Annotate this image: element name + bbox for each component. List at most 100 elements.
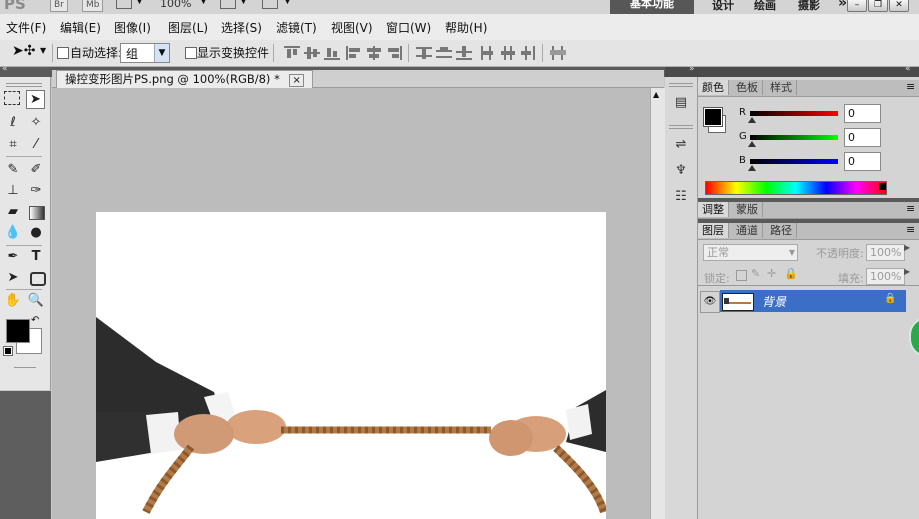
menu-window[interactable]: 窗口(W) [386,19,431,36]
minimize-icon[interactable]: – [847,0,867,12]
toolbox-grip[interactable] [6,83,42,87]
brush-presets-icon[interactable]: ⇌ [672,137,690,153]
panel-menu-icon[interactable]: ≡ [906,80,915,93]
more-workspaces-icon[interactable]: » [838,0,847,11]
workspace-essentials[interactable]: 基本功能 [610,0,694,14]
tab-styles[interactable]: 样式 [766,80,797,95]
spectrum-black-swatch[interactable] [879,183,886,190]
distribute-left-icon[interactable] [480,46,496,60]
menu-view[interactable]: 视图(V) [331,19,373,36]
restore-icon[interactable]: ❐ [868,0,888,12]
tab-masks[interactable]: 蒙版 [732,202,763,217]
red-slider-handle[interactable] [748,117,756,123]
marquee-tool-icon[interactable] [4,91,20,105]
dock-grip[interactable] [669,125,693,129]
tab-color[interactable]: 颜色 [698,80,729,95]
blue-slider-track[interactable] [750,159,838,164]
eyedropper-tool-icon[interactable]: ⁄ [27,136,45,154]
show-transform-checkbox[interactable] [185,47,197,59]
tab-adjustments[interactable]: 调整 [698,202,729,217]
lock-transparent-icon[interactable] [736,270,747,281]
hand-tool-icon[interactable]: ✋ [4,292,22,310]
tool-presets-icon[interactable]: ☷ [672,189,690,205]
opacity-slider-icon[interactable]: ▶ [904,243,910,252]
zoom-level[interactable]: 100% [160,0,191,10]
layer-row-background[interactable]: 背景 🔒 [720,290,906,312]
dodge-tool-icon[interactable]: ● [27,224,45,242]
arrange-documents-icon[interactable] [220,0,236,9]
move-tool-preset-icon[interactable]: ➤✣ [12,43,35,59]
menu-edit[interactable]: 编辑(E) [60,19,101,36]
default-colors-icon[interactable] [3,346,13,356]
auto-select-checkbox[interactable] [57,47,69,59]
dropdown-arrow-icon[interactable]: ▼ [136,0,143,6]
menu-image[interactable]: 图像(I) [114,19,151,36]
blue-slider-handle[interactable] [748,165,756,171]
expand-arrows-icon[interactable]: » [689,64,695,74]
fill-input[interactable]: 100% [866,268,905,285]
distribute-vertical-centers-icon[interactable] [436,46,452,60]
workspace-painting[interactable]: 绘画 [754,0,776,13]
dock-grip[interactable] [669,83,693,87]
align-horizontal-centers-icon[interactable] [366,46,382,60]
history-panel-icon[interactable]: ▤ [672,95,690,111]
panel-menu-icon[interactable]: ≡ [906,223,915,236]
close-window-icon[interactable]: ✕ [889,0,909,12]
tab-channels[interactable]: 通道 [732,223,763,238]
auto-align-layers-icon[interactable] [550,46,566,60]
vertical-scrollbar[interactable]: ▲ [650,88,665,519]
canvas-area[interactable] [52,88,650,519]
screen-mode-icon[interactable] [262,0,278,9]
path-selection-tool-icon[interactable]: ➤ [4,269,22,287]
quick-mask-icon[interactable] [14,367,36,368]
align-top-edges-icon[interactable] [284,46,300,60]
move-tool-icon[interactable]: ➤ [26,90,45,109]
menu-file[interactable]: 文件(F) [6,19,46,36]
lasso-tool-icon[interactable]: ℓ [4,114,22,132]
zoom-dropdown-icon[interactable]: ▼ [200,0,207,6]
align-vertical-centers-icon[interactable] [304,46,320,60]
lock-position-icon[interactable]: ✛ [767,267,776,280]
workspace-photography[interactable]: 摄影 [798,0,820,13]
distribute-top-icon[interactable] [416,46,432,60]
tool-preset-dropdown-icon[interactable]: ▼ [40,46,46,55]
brush-tool-icon[interactable]: ✐ [27,161,45,179]
workspace-design[interactable]: 设计 [712,0,734,13]
healing-brush-tool-icon[interactable]: ✎ [4,161,22,179]
mini-bridge-button[interactable]: Mb [82,0,104,12]
screen-mode-dropdown-icon[interactable]: ▼ [284,0,291,6]
align-left-edges-icon[interactable] [346,46,362,60]
distribute-right-icon[interactable] [520,46,536,60]
opacity-input[interactable]: 100% [866,244,905,261]
auto-select-dropdown[interactable]: 组 ▼ [120,43,170,63]
document-canvas[interactable] [96,212,606,519]
red-slider-track[interactable] [750,111,838,116]
align-bottom-edges-icon[interactable] [324,46,340,60]
layer-visibility-eye-icon[interactable]: 👁 [700,291,720,313]
collapse-panels-icon[interactable]: « [905,64,911,74]
type-tool-icon[interactable]: T [27,248,45,266]
color-spectrum-bar[interactable] [705,181,887,195]
arrange-dropdown-icon[interactable]: ▼ [240,0,247,6]
collapse-arrows-icon[interactable]: « [2,64,8,74]
foreground-color-swatch[interactable] [6,319,30,343]
scroll-up-icon[interactable]: ▲ [653,90,659,99]
view-extras-icon[interactable] [116,0,132,9]
tab-paths[interactable]: 路径 [766,223,797,238]
document-tab[interactable]: 操控变形图片PS.png @ 100%(RGB/8) * × [56,70,313,88]
lock-image-icon[interactable]: ✎ [751,267,760,280]
green-slider-handle[interactable] [748,141,756,147]
lock-all-icon[interactable]: 🔒 [784,267,798,280]
distribute-bottom-icon[interactable] [456,46,472,60]
green-value-input[interactable]: 0 [844,128,881,147]
green-slider-track[interactable] [750,135,838,140]
magic-wand-tool-icon[interactable]: ✧ [27,114,45,132]
swap-colors-icon[interactable]: ↶ [31,315,39,326]
menu-select[interactable]: 选择(S) [221,19,262,36]
red-value-input[interactable]: 0 [844,104,881,123]
clone-source-icon[interactable]: ♆ [672,163,690,179]
blur-tool-icon[interactable]: 💧 [4,224,22,242]
menu-layer[interactable]: 图层(L) [168,19,208,36]
color-panel-fg-swatch[interactable] [703,107,723,127]
fill-slider-icon[interactable]: ▶ [904,267,910,276]
